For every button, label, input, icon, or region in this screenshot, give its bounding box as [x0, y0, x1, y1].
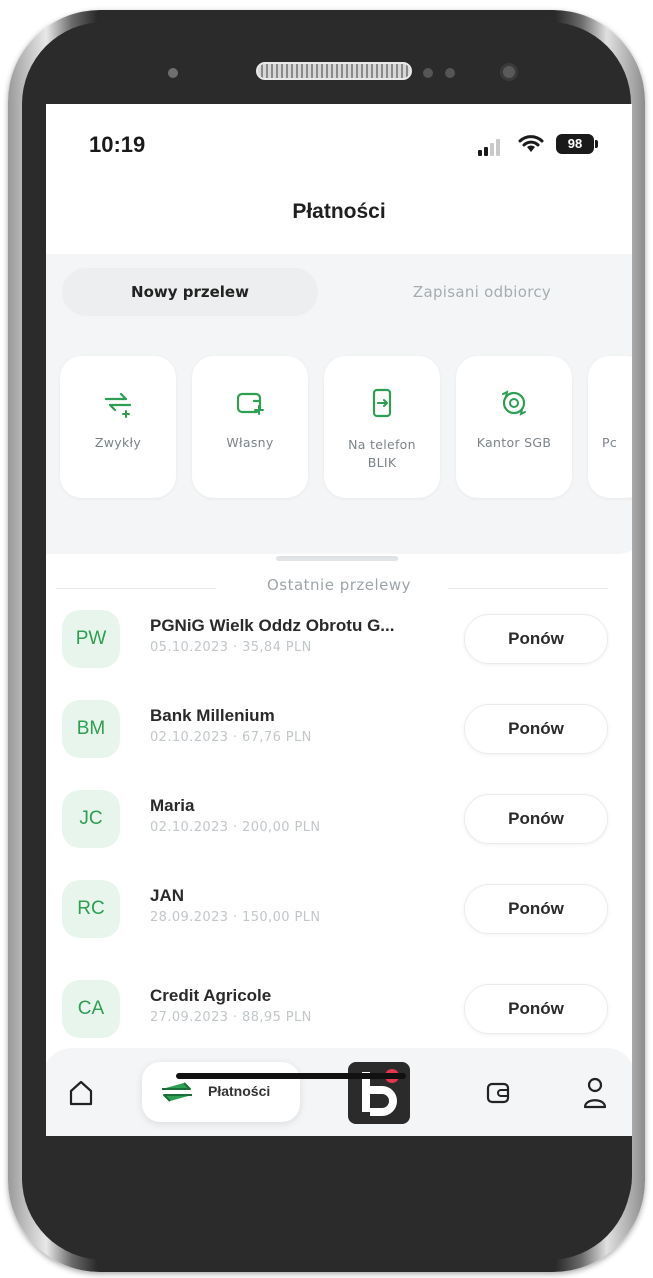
- front-camera: [500, 63, 518, 81]
- transfer-type-label: Zwykły: [94, 435, 142, 450]
- status-bar: 10:19 98: [46, 104, 632, 176]
- transfer-type-own[interactable]: Własny: [192, 356, 308, 498]
- recipient-name: Maria: [150, 796, 195, 815]
- earpiece-speaker: [256, 62, 412, 80]
- light-sensor-2: [445, 68, 455, 78]
- tab-bar: Nowy przelew Zapisani odbiorcy: [62, 268, 632, 316]
- transfer-type-label: Kantor SGB: [476, 435, 552, 450]
- transfer-meta: 02.10.2023 · 67,76 PLN: [150, 730, 312, 745]
- transfer-type-currency-exchange[interactable]: Kantor SGB: [456, 356, 572, 498]
- avatar: JC: [62, 790, 120, 848]
- transfer-meta: 28.09.2023 · 150,00 PLN: [150, 910, 321, 925]
- nav-payments[interactable]: Płatności: [142, 1062, 300, 1122]
- bottom-bezel: [22, 1136, 632, 1246]
- light-sensor: [423, 68, 433, 78]
- avatar: CA: [62, 980, 120, 1038]
- cellular-signal-icon: [478, 138, 508, 156]
- avatar: BM: [62, 700, 120, 758]
- avatar: RC: [62, 880, 120, 938]
- recipient-name: JAN: [150, 886, 185, 905]
- wallet-plus-icon: [236, 392, 264, 415]
- bottom-navigation: Płatności: [46, 1048, 632, 1136]
- tab-new-transfer[interactable]: Nowy przelew: [62, 268, 318, 316]
- tab-saved-recipients[interactable]: Zapisani odbiorcy: [362, 268, 602, 316]
- recent-transfers-title: Ostatnie przelewy: [266, 576, 412, 594]
- nav-payments-label: Płatności: [208, 1083, 271, 1099]
- wifi-icon: [518, 135, 544, 152]
- divider: [448, 588, 608, 589]
- arrows-exchange-icon: [162, 1082, 192, 1102]
- transfer-meta: 27.09.2023 · 88,95 PLN: [150, 1010, 312, 1025]
- list-item[interactable]: JC Maria 02.10.2023 · 200,00 PLN Ponów: [46, 784, 632, 854]
- phone-transfer-icon: [372, 388, 392, 418]
- repeat-transfer-button[interactable]: Ponów: [464, 614, 608, 664]
- wallet-icon[interactable]: [484, 1078, 514, 1108]
- bank-logo-icon[interactable]: [348, 1062, 410, 1124]
- avatar: PW: [62, 610, 120, 668]
- bank-logo-glyph: [362, 1069, 399, 1116]
- list-item[interactable]: RC JAN 28.09.2023 · 150,00 PLN Ponów: [46, 874, 632, 944]
- transfer-meta: 05.10.2023 · 35,84 PLN: [150, 640, 312, 655]
- user-icon[interactable]: [582, 1076, 608, 1110]
- status-time: 10:19: [89, 132, 146, 157]
- transfer-type-blik-phone[interactable]: Na telefon BLIK: [324, 356, 440, 498]
- transfer-type-label-line2: BLIK: [367, 455, 397, 470]
- repeat-transfer-button[interactable]: Ponów: [464, 704, 608, 754]
- transfer-type-label: Własny: [226, 435, 274, 450]
- transfer-type-standard[interactable]: Zwykły: [60, 356, 176, 498]
- list-item[interactable]: BM Bank Millenium 02.10.2023 · 67,76 PLN…: [46, 694, 632, 764]
- transfer-type-carousel: Zwykły Własny Na telefon BLIK Kantor SGB…: [60, 356, 632, 498]
- home-indicator[interactable]: [176, 1073, 406, 1079]
- repeat-transfer-button[interactable]: Ponów: [464, 884, 608, 934]
- transfer-meta: 02.10.2023 · 200,00 PLN: [150, 820, 321, 835]
- arrows-exchange-icon: [104, 392, 132, 418]
- recipient-name: PGNiG Wielk Oddz Obrotu G...: [150, 616, 395, 635]
- page-title: Płatności: [292, 200, 386, 223]
- transfer-type-label: Na telefon BLIK: [324, 436, 440, 472]
- list-item[interactable]: CA Credit Agricole 27.09.2023 · 88,95 PL…: [46, 974, 632, 1044]
- repeat-transfer-button[interactable]: Ponów: [464, 984, 608, 1034]
- list-item[interactable]: PW PGNiG Wielk Oddz Obrotu G... 05.10.20…: [46, 604, 632, 674]
- battery-indicator: 98: [556, 134, 598, 154]
- proximity-sensor: [168, 68, 178, 78]
- recipient-name: Bank Millenium: [150, 706, 275, 725]
- transfer-type-label-line1: Na telefon: [348, 437, 416, 452]
- home-icon[interactable]: [66, 1078, 96, 1108]
- currency-exchange-icon: [502, 390, 526, 416]
- recipient-name: Credit Agricole: [150, 986, 272, 1005]
- transfer-type-more[interactable]: Pc: [588, 356, 632, 498]
- sheet-drag-handle[interactable]: [276, 556, 398, 561]
- repeat-transfer-button[interactable]: Ponów: [464, 794, 608, 844]
- app-screen: 10:19 98 Płatności Nowy przelew Zapisani…: [46, 104, 632, 1136]
- transfer-type-label: Pc: [602, 435, 618, 450]
